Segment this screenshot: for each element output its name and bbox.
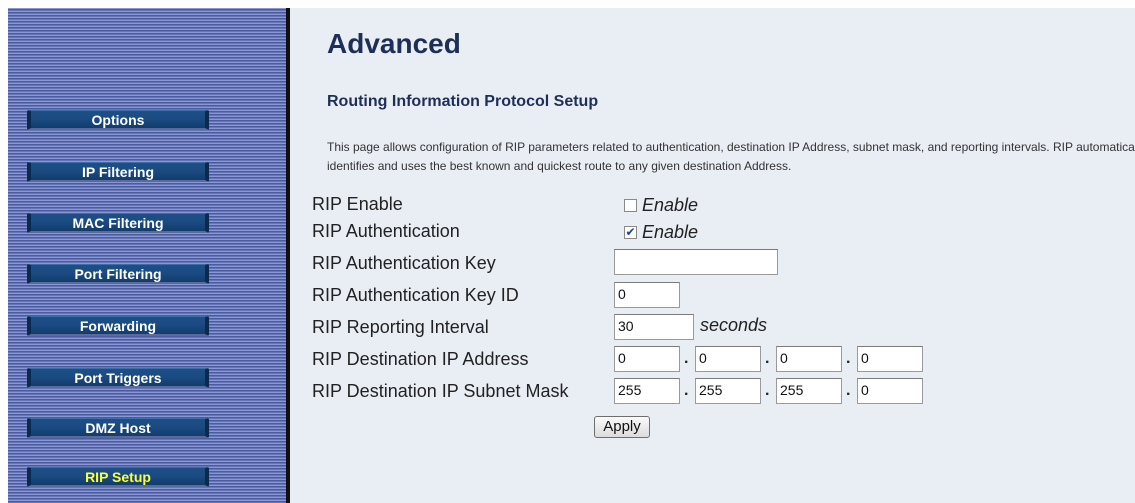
sidebar-item-dmz-host[interactable]: DMZ Host (27, 418, 209, 438)
subnet-mask-label: RIP Destination IP Subnet Mask (312, 381, 569, 401)
auth-key-id-input[interactable]: 0 (614, 282, 680, 308)
main-content: Advanced Routing Information Protocol Se… (290, 8, 1135, 503)
auth-key-id-label: RIP Authentication Key ID (312, 285, 519, 305)
dest-ip-separator: . (684, 350, 689, 367)
subnet-mask-separator: . (684, 382, 689, 399)
sidebar-item-port-triggers[interactable]: Port Triggers (27, 368, 209, 388)
reporting-interval-unit: seconds (700, 315, 768, 335)
dest-ip-octet-2[interactable]: 0 (695, 346, 761, 372)
sidebar-item-ip-filtering[interactable]: IP Filtering (27, 162, 209, 182)
apply-button[interactable]: Apply (594, 416, 650, 438)
sidebar: Options IP Filtering MAC Filtering Port … (8, 8, 286, 503)
dest-ip-separator: . (765, 350, 770, 367)
dest-ip-label: RIP Destination IP Address (312, 349, 529, 369)
sidebar-item-forwarding[interactable]: Forwarding (27, 316, 209, 336)
page-title: Advanced (327, 28, 461, 59)
dest-ip-octet-3[interactable]: 0 (776, 346, 842, 372)
sidebar-item-mac-filtering[interactable]: MAC Filtering (27, 213, 209, 233)
page-description: This page allows configuration of RIP pa… (327, 140, 1135, 173)
rip-enable-checkbox[interactable] (624, 199, 637, 212)
sidebar-item-port-filtering[interactable]: Port Filtering (27, 264, 209, 284)
rip-authentication-checkbox[interactable]: ✔ (624, 226, 637, 239)
subnet-mask-octet-4[interactable]: 0 (857, 378, 923, 404)
subnet-mask-octet-2[interactable]: 255 (695, 378, 761, 404)
top-strip (0, 0, 1135, 8)
dest-ip-separator: . (846, 350, 851, 367)
reporting-interval-input[interactable]: 30 (614, 314, 694, 340)
rip-enable-checkbox-label: Enable (642, 195, 699, 215)
subnet-mask-octet-3[interactable]: 255 (776, 378, 842, 404)
subnet-mask-separator: . (765, 382, 770, 399)
rip-authentication-checkbox-label: Enable (642, 222, 699, 242)
subnet-mask-octet-1[interactable]: 255 (614, 378, 680, 404)
dest-ip-octet-1[interactable]: 0 (614, 346, 680, 372)
auth-key-label: RIP Authentication Key (312, 253, 496, 273)
subnet-mask-separator: . (846, 382, 851, 399)
dest-ip-octet-4[interactable]: 0 (857, 346, 923, 372)
rip-enable-label: RIP Enable (312, 194, 403, 214)
sidebar-item-options[interactable]: Options (27, 110, 209, 130)
section-title: Routing Information Protocol Setup (327, 93, 599, 110)
sidebar-item-rip-setup[interactable]: RIP Setup (27, 467, 209, 487)
auth-key-input[interactable] (614, 249, 778, 275)
rip-authentication-label: RIP Authentication (312, 221, 460, 241)
reporting-interval-label: RIP Reporting Interval (312, 317, 489, 337)
